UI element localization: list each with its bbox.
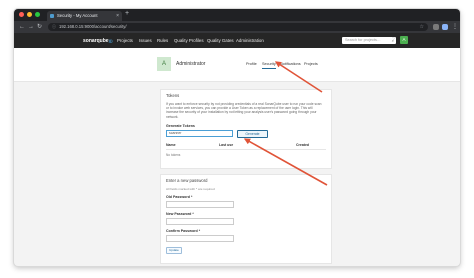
required-note: All fields marked with * are required xyxy=(166,187,215,191)
profile-icon[interactable] xyxy=(442,24,448,30)
column-created: Created xyxy=(296,143,310,147)
tokens-card: Tokens If you want to enforce security b… xyxy=(160,89,332,169)
url-field[interactable]: ⓘ 192.168.0.15:9000/account/security/ ☆ xyxy=(48,23,428,31)
address-bar: ← → ↻ ⓘ 192.168.0.15:9000/account/securi… xyxy=(14,21,460,33)
tab-close-icon[interactable]: × xyxy=(116,11,119,21)
info-icon: ⓘ xyxy=(52,24,56,29)
user-avatar[interactable]: A xyxy=(400,36,408,44)
nav-quality-gates[interactable]: Quality Gates xyxy=(207,36,234,45)
tokens-description: If you want to enforce security by not p… xyxy=(166,102,322,119)
column-last-use: Last use xyxy=(219,143,234,147)
token-name-input[interactable]: scanner xyxy=(166,130,233,137)
url-text: 192.168.0.15:9000/account/security/ xyxy=(59,24,127,29)
nav-projects[interactable]: Projects xyxy=(117,36,133,45)
help-icon[interactable]: ? xyxy=(392,37,395,44)
password-card: Enter a new password All fields marked w… xyxy=(160,174,332,264)
back-icon[interactable]: ← xyxy=(19,23,25,31)
generate-button[interactable]: Generate xyxy=(237,130,268,138)
nav-administration[interactable]: Administration xyxy=(236,36,264,45)
sonarqube-logo[interactable]: sonarqube))) xyxy=(83,36,113,46)
old-password-label: Old Password * xyxy=(166,195,193,199)
browser-tab[interactable]: Security - My Account × xyxy=(47,11,122,21)
account-name: Administrator xyxy=(176,61,206,67)
column-name: Name xyxy=(166,143,176,147)
account-avatar: A xyxy=(157,57,171,71)
account-header: A Administrator Profile Security Notific… xyxy=(14,48,460,82)
search-placeholder: Search for projects… xyxy=(345,38,381,42)
confirm-password-field[interactable] xyxy=(166,235,234,242)
tab-title: Security - My Account xyxy=(57,13,98,18)
logo-waves-icon: ))) xyxy=(108,38,113,43)
browser-window: Security - My Account × + ← → ↻ ⓘ 192.16… xyxy=(14,9,460,266)
no-tokens-text: No tokens xyxy=(166,153,181,157)
update-button[interactable]: Update xyxy=(166,247,182,254)
new-password-field[interactable] xyxy=(166,218,234,225)
nav-issues[interactable]: Issues xyxy=(139,36,152,45)
tokens-title: Tokens xyxy=(166,93,180,98)
minimize-window-icon[interactable] xyxy=(27,12,32,17)
tab-profile[interactable]: Profile xyxy=(246,60,257,68)
tab-notifications[interactable]: Notifications xyxy=(280,60,301,68)
reload-icon[interactable]: ↻ xyxy=(37,23,42,31)
nav-rules[interactable]: Rules xyxy=(157,36,168,45)
new-tab-icon[interactable]: + xyxy=(125,10,129,17)
browser-tab-bar: Security - My Account × + xyxy=(14,9,460,21)
new-password-label: New Password * xyxy=(166,212,194,216)
bookmark-star-icon[interactable]: ☆ xyxy=(420,23,424,31)
nav-quality-profiles[interactable]: Quality Profiles xyxy=(174,36,204,45)
maximize-window-icon[interactable] xyxy=(35,12,40,17)
logo-text: sonarqube xyxy=(83,38,109,44)
close-window-icon[interactable] xyxy=(19,12,24,17)
extension-icon[interactable] xyxy=(433,24,439,30)
old-password-field[interactable] xyxy=(166,201,234,208)
confirm-password-label: Confirm Password * xyxy=(166,229,201,233)
sonarqube-navbar: sonarqube))) Projects Issues Rules Quali… xyxy=(14,33,460,48)
tab-projects[interactable]: Projects xyxy=(304,60,318,68)
search-input[interactable]: Search for projects… ⌕ xyxy=(342,37,396,44)
table-divider xyxy=(166,149,326,150)
tab-security[interactable]: Security xyxy=(262,60,276,69)
menu-icon[interactable]: ⋮ xyxy=(452,23,458,31)
password-title: Enter a new password xyxy=(166,178,208,183)
generate-tokens-label: Generate Tokens xyxy=(166,124,195,128)
favicon-icon xyxy=(50,14,54,18)
forward-icon[interactable]: → xyxy=(28,23,34,31)
